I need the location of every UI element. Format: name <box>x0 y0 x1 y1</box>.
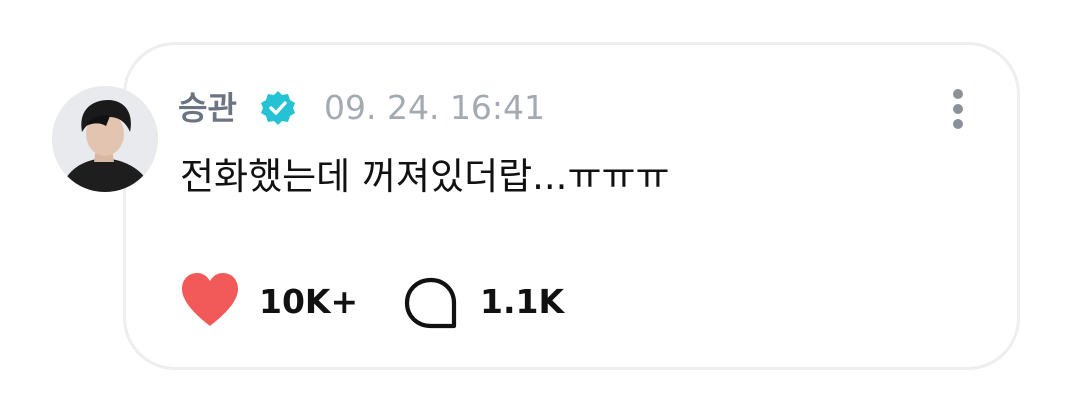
post-timestamp: 09. 24. 16:41 <box>324 88 546 127</box>
verified-badge-icon <box>261 91 295 125</box>
more-dot <box>953 89 963 99</box>
post-stage: 승관 09. 24. 16:41 전화했는데 꺼져있더랍...ㅠㅠㅠ 10K+ … <box>0 0 1080 414</box>
comment-bubble-icon[interactable] <box>402 275 460 331</box>
like-count: 10K+ <box>259 282 359 321</box>
author-name[interactable]: 승관 <box>178 86 237 130</box>
post-card <box>123 42 1020 370</box>
more-options-icon[interactable] <box>940 84 976 134</box>
avatar-image <box>52 86 158 192</box>
more-dot <box>953 119 963 129</box>
comment-count: 1.1K <box>480 282 565 321</box>
heart-icon[interactable] <box>178 270 242 330</box>
avatar[interactable] <box>52 86 158 192</box>
more-dot <box>953 104 963 114</box>
post-text: 전화했는데 꺼져있더랍...ㅠㅠㅠ <box>180 155 670 198</box>
